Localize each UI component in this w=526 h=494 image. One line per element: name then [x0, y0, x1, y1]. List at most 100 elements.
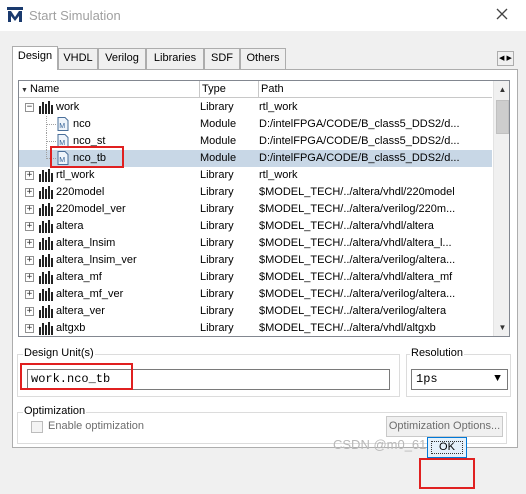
tab-vhdl[interactable]: VHDL [58, 48, 98, 69]
svg-text:M: M [59, 140, 65, 147]
scroll-down-icon[interactable]: ▼ [494, 319, 509, 336]
library-icon [39, 271, 53, 284]
ok-button-label: OK [439, 441, 455, 453]
tree-connector [46, 158, 56, 159]
expand-icon[interactable]: + [25, 171, 34, 180]
tree-connector [46, 124, 56, 125]
row-path: $MODEL_TECH/../altera/verilog/altera... [259, 288, 456, 300]
row-type: Library [200, 288, 234, 300]
module-row[interactable]: Mnco_st Module D:/intelFPGA/CODE/B_class5_… [19, 133, 492, 150]
row-path: $MODEL_TECH/../altera/vhdl/altgxb [259, 322, 436, 334]
row-type: Library [200, 305, 234, 317]
row-name: altera_mf_ver [56, 288, 124, 300]
library-row[interactable]: + altgxb Library $MODEL_TECH/../altera/vhdl… [19, 320, 492, 336]
tab-sdf[interactable]: SDF [204, 48, 240, 69]
module-row[interactable]: Mnco Module D:/intelFPGA/CODE/B_class5_DDS… [19, 116, 492, 133]
library-row[interactable]: + altera_lnsim Library $MODEL_TECH/../alter… [19, 235, 492, 252]
library-row[interactable]: + altera_mf Library $MODEL_TECH/../altera/v… [19, 269, 492, 286]
expand-icon[interactable]: + [25, 273, 34, 282]
row-type: Library [200, 237, 234, 249]
library-row[interactable]: + altera_lnsim_ver Library $MODEL_TECH/../a… [19, 252, 492, 269]
row-path: $MODEL_TECH/../altera/verilog/altera [259, 305, 447, 317]
scroll-right-icon[interactable]: ▶ [506, 52, 514, 65]
modelsim-app-icon [7, 7, 23, 22]
tree-rows: − work Library rtl_work Mnco Module D:/intelFP… [19, 99, 492, 336]
collapse-icon[interactable]: − [25, 103, 34, 112]
tab-verilog[interactable]: Verilog [98, 48, 146, 69]
sort-down-icon: ▼ [21, 87, 28, 94]
row-type: Library [200, 186, 234, 198]
tab-design[interactable]: Design [12, 46, 58, 70]
expand-icon[interactable]: + [25, 222, 34, 231]
row-name: 220model [56, 186, 105, 198]
module-file-icon: M [57, 151, 69, 165]
close-icon[interactable] [494, 6, 510, 22]
library-row[interactable]: + altera Library $MODEL_TECH/../altera/vhdl… [19, 218, 492, 235]
svg-text:M: M [59, 123, 65, 130]
library-icon [39, 203, 53, 216]
row-name: altera_ver [56, 305, 105, 317]
row-path: $MODEL_TECH/../altera/verilog/altera... [259, 254, 456, 266]
module-file-icon: M [57, 134, 69, 148]
library-icon [39, 186, 53, 199]
column-header-name[interactable]: ▼ Name [19, 81, 200, 98]
design-unit-label: Design Unit(s) [23, 347, 95, 359]
library-row[interactable]: − work Library rtl_work [19, 99, 492, 116]
design-unit-input[interactable]: work.nco_tb [27, 369, 390, 390]
library-row[interactable]: + altera_ver Library $MODEL_TECH/../altera/… [19, 303, 492, 320]
module-file-icon: M [57, 117, 69, 131]
row-path: $MODEL_TECH/../altera/vhdl/altera [259, 220, 434, 232]
row-type: Library [200, 169, 234, 181]
expand-icon[interactable]: + [25, 290, 34, 299]
scroll-up-icon[interactable]: ▲ [494, 81, 509, 98]
dropdown-arrow-icon[interactable]: ▼ [489, 371, 506, 388]
row-type: Library [200, 271, 234, 283]
row-name: altera_mf [56, 271, 102, 283]
library-row[interactable]: + rtl_work Library rtl_work [19, 167, 492, 184]
library-row[interactable]: +220model Library $MODEL_TECH/../altera/vh… [19, 184, 492, 201]
tree-vertical-scrollbar[interactable]: ▲ ▼ [493, 81, 509, 336]
row-type: Library [200, 101, 234, 113]
expand-icon[interactable]: + [25, 256, 34, 265]
tab-others[interactable]: Others [240, 48, 286, 69]
design-unit-group: Design Unit(s) work.nco_tb [17, 347, 400, 397]
row-path: $MODEL_TECH/../altera/vhdl/altera_mf [259, 271, 453, 283]
library-icon [39, 101, 53, 114]
library-icon [39, 288, 53, 301]
column-header-path[interactable]: Path [259, 81, 492, 98]
row-name: nco [73, 118, 91, 130]
library-icon [39, 220, 53, 233]
row-path: D:/intelFPGA/CODE/B_class5_DDS2/d... [259, 118, 459, 130]
row-path: D:/intelFPGA/CODE/B_class5_DDS2/d... [259, 135, 459, 147]
tree-connector [46, 133, 47, 150]
row-name: altera_lnsim [56, 237, 116, 249]
optimization-label: Optimization [23, 405, 87, 417]
expand-icon[interactable]: + [25, 307, 34, 316]
library-row[interactable]: + altera_mf_ver Library $MODEL_TECH/../alte… [19, 286, 492, 303]
row-path: rtl_work [259, 169, 298, 181]
row-name: nco_tb [73, 152, 107, 164]
row-type: Library [200, 220, 234, 232]
resolution-select[interactable]: 1ps ▼ [411, 369, 508, 390]
expand-icon[interactable]: + [25, 239, 34, 248]
resolution-value: 1ps [416, 372, 438, 386]
expand-icon[interactable]: + [25, 324, 34, 333]
expand-icon[interactable]: + [25, 188, 34, 197]
module-row[interactable]: Mnco_tb Module D:/intelFPGA/CODE/B_class5_… [19, 150, 492, 167]
enable-optimization-checkbox[interactable] [31, 421, 43, 433]
scroll-left-icon[interactable]: ◀ [498, 52, 506, 65]
tab-scroll-buttons[interactable]: ◀ ▶ [497, 51, 514, 66]
ok-button[interactable]: OK [427, 437, 467, 458]
tab-libraries[interactable]: Libraries [146, 48, 204, 69]
design-tree[interactable]: ▼ Name Type Path − work Library rtl_work Mnco… [18, 80, 510, 337]
scrollbar-thumb[interactable] [496, 100, 509, 134]
expand-icon[interactable]: + [25, 205, 34, 214]
row-type: Module [200, 118, 237, 130]
column-header-type[interactable]: Type [200, 81, 259, 98]
library-row[interactable]: +220model_ver Library $MODEL_TECH/../alter… [19, 201, 492, 218]
design-tab-panel: ▼ Name Type Path − work Library rtl_work Mnco… [12, 69, 518, 448]
library-icon [39, 305, 53, 318]
row-type: Module [200, 135, 237, 147]
enable-optimization-label: Enable optimization [48, 420, 145, 432]
optimization-options-button[interactable]: Optimization Options... [386, 416, 503, 437]
